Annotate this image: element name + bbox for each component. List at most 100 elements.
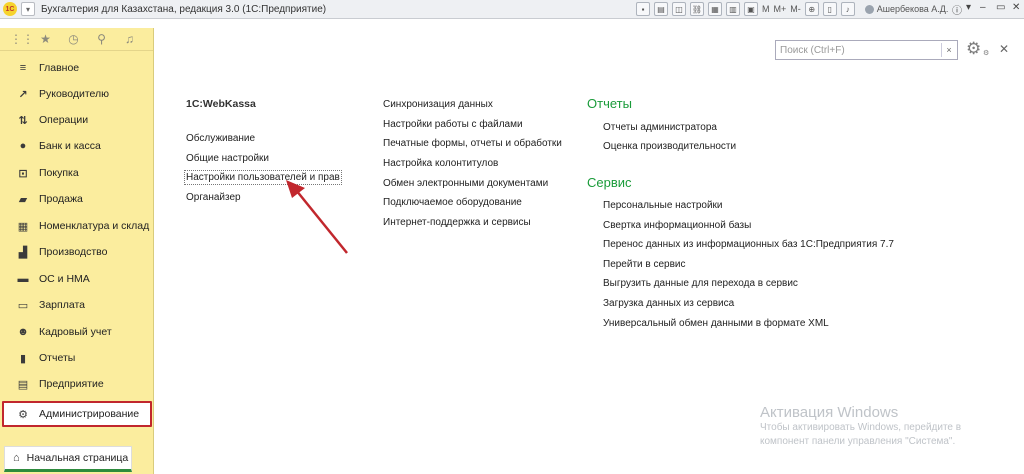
link-equipment[interactable]: Подключаемое оборудование xyxy=(383,197,522,208)
sidebar-item-label: Отчеты xyxy=(39,352,76,364)
sidebar-item-label: Зарплата xyxy=(39,299,85,311)
search-input[interactable] xyxy=(776,42,941,58)
link-headers-footers[interactable]: Настройка колонтитулов xyxy=(383,158,498,169)
settings-dropdown-icon[interactable]: ⚙ xyxy=(983,49,989,57)
preview-icon[interactable]: ◫ xyxy=(672,2,686,16)
link-xml-exchange[interactable]: Универсальный обмен данными в формате XM… xyxy=(603,318,829,329)
window-title: Бухгалтерия для Казахстана, редакция 3.0… xyxy=(41,3,327,15)
link-organizer[interactable]: Органайзер xyxy=(186,192,241,203)
sidebar-item-label: Предприятие xyxy=(39,378,104,390)
close-window-icon[interactable]: ✕ xyxy=(1012,2,1020,13)
factory-icon: ▟ xyxy=(18,246,28,259)
minimize-icon[interactable]: – xyxy=(980,2,986,13)
search-icon[interactable]: ⚲ xyxy=(94,32,109,46)
sidebar-item-label: Продажа xyxy=(39,193,83,205)
bar-chart-icon: ▮ xyxy=(19,352,27,365)
annotation-arrow-line xyxy=(295,189,348,254)
user-name: Ашербекова А.Д. xyxy=(876,4,949,14)
sidebar-item-main[interactable]: ≡ Главное xyxy=(0,56,153,80)
sidebar-item-reports[interactable]: ▮ Отчеты xyxy=(0,346,153,370)
apps-grid-icon[interactable]: ⋮⋮ xyxy=(10,32,34,46)
sidebar-item-label: ОС и НМА xyxy=(39,273,90,285)
gear-icon: ⚙ xyxy=(18,408,28,421)
sidebar-item-salary[interactable]: ▭ Зарплата xyxy=(0,293,153,317)
restore-icon[interactable]: ▭ xyxy=(996,2,1005,13)
search-clear-icon[interactable]: × xyxy=(941,43,956,57)
activation-line-2: компонент панели управления "Система". xyxy=(760,436,956,447)
link-icon[interactable]: ⛓ xyxy=(690,2,704,16)
activation-line-1: Чтобы активировать Windows, перейдите в xyxy=(760,422,962,433)
search-box: × xyxy=(775,40,958,60)
grid-icon[interactable]: ▦ xyxy=(708,2,722,16)
sidebar-item-label: Покупка xyxy=(39,167,79,179)
memory-plus-button[interactable]: M+ xyxy=(774,4,787,14)
building-icon: ▤ xyxy=(17,378,29,391)
sidebar-item-administration[interactable]: ⚙ Администрирование xyxy=(2,401,152,427)
sidebar-item-label: Главное xyxy=(39,62,80,74)
close-section-icon[interactable]: ✕ xyxy=(999,42,1009,56)
link-file-settings[interactable]: Настройки работы с файлами xyxy=(383,119,523,130)
link-admin-reports[interactable]: Отчеты администратора xyxy=(603,122,717,133)
sidebar-item-bank[interactable]: ● Банк и касса xyxy=(0,134,153,158)
link-personal-settings[interactable]: Персональные настройки xyxy=(603,200,723,211)
memory-button[interactable]: M xyxy=(762,4,770,14)
title-menu-arrow-icon[interactable]: ▾ xyxy=(21,2,35,16)
link-import-from-service[interactable]: Загрузка данных из сервиса xyxy=(603,298,734,309)
reports-section-title: Отчеты xyxy=(587,96,632,111)
sidebar-item-label: Производство xyxy=(39,246,108,258)
link-internet-support[interactable]: Интернет-поддержка и сервисы xyxy=(383,217,531,228)
app-logo-icon[interactable]: 1С xyxy=(3,2,17,16)
notifications-bell-icon[interactable]: ♫ xyxy=(122,32,137,46)
calendar-icon[interactable]: ▣ xyxy=(744,2,758,16)
menu-lines-icon: ≡ xyxy=(19,62,27,74)
calculator-icon[interactable]: ▥ xyxy=(726,2,740,16)
warehouse-icon: ▦ xyxy=(17,220,29,233)
sidebar-item-sales[interactable]: ▰ Продажа xyxy=(0,187,153,211)
memory-minus-button[interactable]: M- xyxy=(790,4,801,14)
sidebar-item-operations[interactable]: ⇅ Операции xyxy=(0,108,153,132)
favorites-star-icon[interactable]: ★ xyxy=(38,32,53,46)
save-icon[interactable]: ▪ xyxy=(636,2,650,16)
link-export-for-service[interactable]: Выгрузить данные для перехода в сервис xyxy=(603,278,798,289)
bell-icon[interactable]: ♪ xyxy=(840,2,855,16)
tab-home-label: Начальная страница xyxy=(26,452,129,464)
link-general-settings[interactable]: Общие настройки xyxy=(186,153,269,164)
sidebar-item-enterprise[interactable]: ▤ Предприятие xyxy=(0,372,153,396)
webkassa-heading: 1C:WebKassa xyxy=(186,98,256,110)
activation-title: Активация Windows xyxy=(760,404,899,421)
sidebar-toolbar: ⋮⋮ ★ ◷ ⚲ ♫ xyxy=(0,28,153,51)
sidebar-item-inventory[interactable]: ▦ Номенклатура и склад xyxy=(0,214,153,238)
link-print-forms[interactable]: Печатные формы, отчеты и обработки xyxy=(383,138,562,149)
sidebar-item-manager[interactable]: ↗ Руководителю xyxy=(0,82,153,106)
sidebar-item-purchase[interactable]: ⊡ Покупка xyxy=(0,161,153,185)
service-section-title: Сервис xyxy=(587,175,632,190)
zoom-icon[interactable]: ⊕ xyxy=(804,2,819,16)
link-db-collapse[interactable]: Свертка информационной базы xyxy=(603,220,751,231)
dropdown-icon[interactable]: ▾ xyxy=(966,2,971,13)
link-performance[interactable]: Оценка производительности xyxy=(603,141,736,152)
user-menu[interactable]: Ашербекова А.Д. xyxy=(864,4,949,14)
history-icon[interactable]: ◷ xyxy=(66,32,81,46)
link-edoc-exchange[interactable]: Обмен электронными документами xyxy=(383,178,548,189)
sidebar-item-label: Руководителю xyxy=(39,88,110,100)
settings-gear-icon[interactable]: ⚙ xyxy=(966,39,981,59)
sidebar-item-production[interactable]: ▟ Производство xyxy=(0,240,153,264)
cart-icon: ⊡ xyxy=(18,167,28,180)
user-icon xyxy=(864,4,874,14)
link-data-sync[interactable]: Синхронизация данных xyxy=(383,99,493,110)
link-go-to-service[interactable]: Перейти в сервис xyxy=(603,259,686,270)
link-maintenance[interactable]: Обслуживание xyxy=(186,133,255,144)
panel-icon[interactable]: ▯ xyxy=(822,2,837,16)
annotation-arrow xyxy=(286,180,348,254)
tab-home-page[interactable]: ⌂ Начальная страница xyxy=(4,446,132,472)
sidebar-item-label: Банк и касса xyxy=(39,140,101,152)
truck-icon: ▬ xyxy=(17,273,29,285)
operations-icon: ⇅ xyxy=(18,114,28,127)
info-icon[interactable]: ⓘ xyxy=(952,2,962,17)
link-data-transfer-77[interactable]: Перенос данных из информационных баз 1С:… xyxy=(603,239,894,250)
sidebar-item-fixed-assets[interactable]: ▬ ОС и НМА xyxy=(0,267,153,291)
sidebar-item-label: Администрирование xyxy=(39,408,140,420)
sidebar-item-label: Номенклатура и склад xyxy=(39,220,150,232)
sidebar-item-hr[interactable]: ☻ Кадровый учет xyxy=(0,320,153,344)
print-icon[interactable]: ▤ xyxy=(654,2,668,16)
